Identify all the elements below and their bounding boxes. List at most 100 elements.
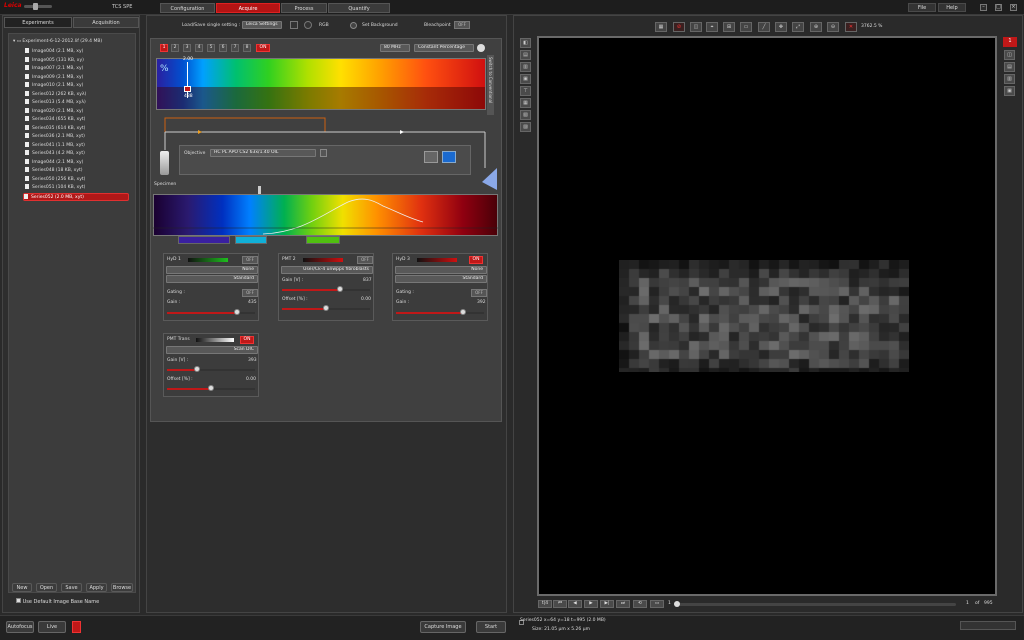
frame-slider[interactable]: [674, 601, 956, 607]
stop-icon[interactable]: [72, 621, 81, 633]
laser-line-6[interactable]: 6: [219, 44, 227, 52]
reset-zoom-icon[interactable]: ✕: [845, 22, 857, 32]
tree-item[interactable]: Series050 (256 KB, xyt): [25, 175, 85, 184]
file-menu[interactable]: File: [908, 3, 936, 12]
loop-icon[interactable]: ⟲: [633, 600, 647, 608]
apply-button[interactable]: Apply: [86, 583, 107, 592]
line-icon[interactable]: ╱: [758, 22, 770, 32]
side-tool-7-icon[interactable]: ▧: [520, 110, 531, 120]
laser-line-2[interactable]: 2: [171, 44, 179, 52]
pmt2-offset-slider[interactable]: [282, 305, 370, 311]
snapshot-icon[interactable]: ▭: [650, 600, 664, 608]
save-button[interactable]: Save: [61, 583, 82, 592]
pmt2-toggle[interactable]: OFF: [357, 256, 373, 264]
pmt-trans-gain-slider[interactable]: [167, 366, 255, 372]
laser-line-5[interactable]: 5: [207, 44, 215, 52]
expand-icon[interactable]: ▾ ▭: [13, 39, 22, 44]
first-frame-icon[interactable]: ⏮: [553, 600, 567, 608]
tree-item[interactable]: Series048 (18 KB, xyt): [25, 167, 83, 175]
overlay-icon[interactable]: ▦: [655, 22, 667, 32]
close-icon[interactable]: ×: [1010, 4, 1017, 11]
crosshair-icon[interactable]: ⌖: [706, 22, 718, 32]
laser-line-3[interactable]: 3: [183, 44, 191, 52]
filter-icon[interactable]: [424, 151, 438, 163]
side-tool-8-icon[interactable]: ▨: [520, 122, 531, 132]
tree-item[interactable]: Image007 (2.1 MB, xy): [25, 65, 83, 73]
default-name-option[interactable]: Use Default Image Base Name: [16, 598, 99, 605]
frequency-dropdown[interactable]: 80 MHz: [380, 44, 410, 52]
capture-image-button[interactable]: Capture Image: [420, 621, 466, 633]
right-tool-2-icon[interactable]: ▤: [1004, 62, 1015, 72]
side-tool-3-icon[interactable]: ▥: [520, 62, 531, 72]
side-tool-1-icon[interactable]: ◧: [520, 38, 531, 48]
next-frame-icon[interactable]: ▶|: [600, 600, 614, 608]
pmt-trans-lut-dropdown[interactable]: Scan DIC: [166, 346, 258, 354]
marker-handle[interactable]: [184, 86, 191, 92]
new-button[interactable]: New: [12, 583, 32, 592]
acquired-image[interactable]: [619, 260, 909, 372]
laser-line-8[interactable]: 8: [243, 44, 251, 52]
hyd1-toggle[interactable]: OFF: [242, 256, 258, 264]
prev-frame-icon[interactable]: ◀: [568, 600, 582, 608]
band-hyd1[interactable]: [178, 236, 230, 244]
hyd3-gain-slider[interactable]: [396, 309, 484, 315]
side-tool-5-icon[interactable]: ⊤: [520, 86, 531, 96]
right-tool-4-icon[interactable]: ▣: [1004, 86, 1015, 96]
switch-conventional-button[interactable]: Switch to Conventional: [487, 55, 494, 115]
hyd3-lut-dropdown[interactable]: None: [395, 266, 487, 274]
last-frame-icon[interactable]: ⏭: [616, 600, 630, 608]
brightness-slider[interactable]: [24, 3, 52, 10]
play-icon[interactable]: ▶: [584, 600, 598, 608]
frame-step-icon[interactable]: t|4: [538, 600, 552, 608]
experiment-node[interactable]: ▾ ▭ Experiment-6-12-2012.lif (29.4 MB): [13, 38, 102, 46]
minimize-icon[interactable]: –: [980, 4, 987, 11]
delete-settings-icon[interactable]: [304, 21, 312, 29]
add-icon[interactable]: [477, 44, 485, 52]
band-hyd3[interactable]: [306, 236, 340, 244]
hyd3-toggle[interactable]: ON: [469, 256, 483, 264]
pmt-trans-toggle[interactable]: ON: [240, 336, 254, 344]
tree-item[interactable]: Image009 (2.1 MB, xy): [25, 73, 83, 82]
beamsplitter-icon[interactable]: [442, 151, 456, 163]
hyd1-mode-dropdown[interactable]: Standard: [166, 275, 258, 283]
image-canvas[interactable]: [537, 36, 997, 596]
tree-item[interactable]: Image044 (2.1 MB, xy): [25, 158, 83, 167]
hyd1-gain-slider[interactable]: [167, 309, 255, 315]
tab-quantify[interactable]: Quantify: [328, 3, 390, 13]
objective-info-icon[interactable]: [320, 149, 327, 157]
pmt2-gain-slider[interactable]: [282, 286, 370, 292]
pmt-trans-offset-slider[interactable]: [167, 385, 255, 391]
laser-on-toggle[interactable]: ON: [256, 44, 270, 52]
tree-item[interactable]: Series034 (655 KB, xyt): [25, 116, 85, 124]
fit-icon[interactable]: ⤢: [792, 22, 804, 32]
laser-line-4[interactable]: 4: [195, 44, 203, 52]
live-button[interactable]: Live: [38, 621, 66, 633]
tab-acquisition[interactable]: Acquisition: [73, 17, 139, 28]
checkbox-icon[interactable]: [16, 598, 21, 603]
browse-button[interactable]: Browse: [111, 583, 133, 592]
excitation-marker[interactable]: [258, 186, 261, 194]
pmt2-lut-dropdown[interactable]: User/Ck-4 unwpps fibroblasts: [281, 266, 373, 274]
move-icon[interactable]: ✥: [775, 22, 787, 32]
hyd3-gating-toggle[interactable]: OFF: [471, 289, 487, 297]
channel-1-indicator[interactable]: 1: [1003, 37, 1017, 47]
lut-icon[interactable]: ⊘: [673, 22, 685, 32]
settings-dropdown[interactable]: Leica Settings: [242, 21, 282, 29]
laser-spectrum-bar[interactable]: [156, 58, 486, 110]
tree-item[interactable]: Series051 (104 KB, xyt): [25, 184, 85, 192]
background-icon[interactable]: [350, 22, 357, 29]
autofocus-button[interactable]: Autofocus: [6, 621, 34, 633]
band-pmt2[interactable]: [235, 236, 267, 244]
laser-line-1[interactable]: 1: [160, 44, 168, 52]
channel-icon[interactable]: ◫: [690, 22, 702, 32]
save-settings-icon[interactable]: [290, 21, 298, 29]
tree-item[interactable]: Series036 (2.1 MB, xyt): [25, 133, 85, 141]
bleachpoint-toggle[interactable]: OFF: [454, 21, 470, 29]
start-button[interactable]: Start: [476, 621, 506, 633]
laser-line-7[interactable]: 7: [231, 44, 239, 52]
measure-icon[interactable]: ▭: [740, 22, 752, 32]
tab-experiments[interactable]: Experiments: [4, 17, 72, 28]
help-menu[interactable]: Help: [938, 3, 966, 12]
tree-item[interactable]: Series041 (1.1 MB, xyt): [25, 141, 85, 150]
maximize-icon[interactable]: □: [995, 4, 1002, 11]
